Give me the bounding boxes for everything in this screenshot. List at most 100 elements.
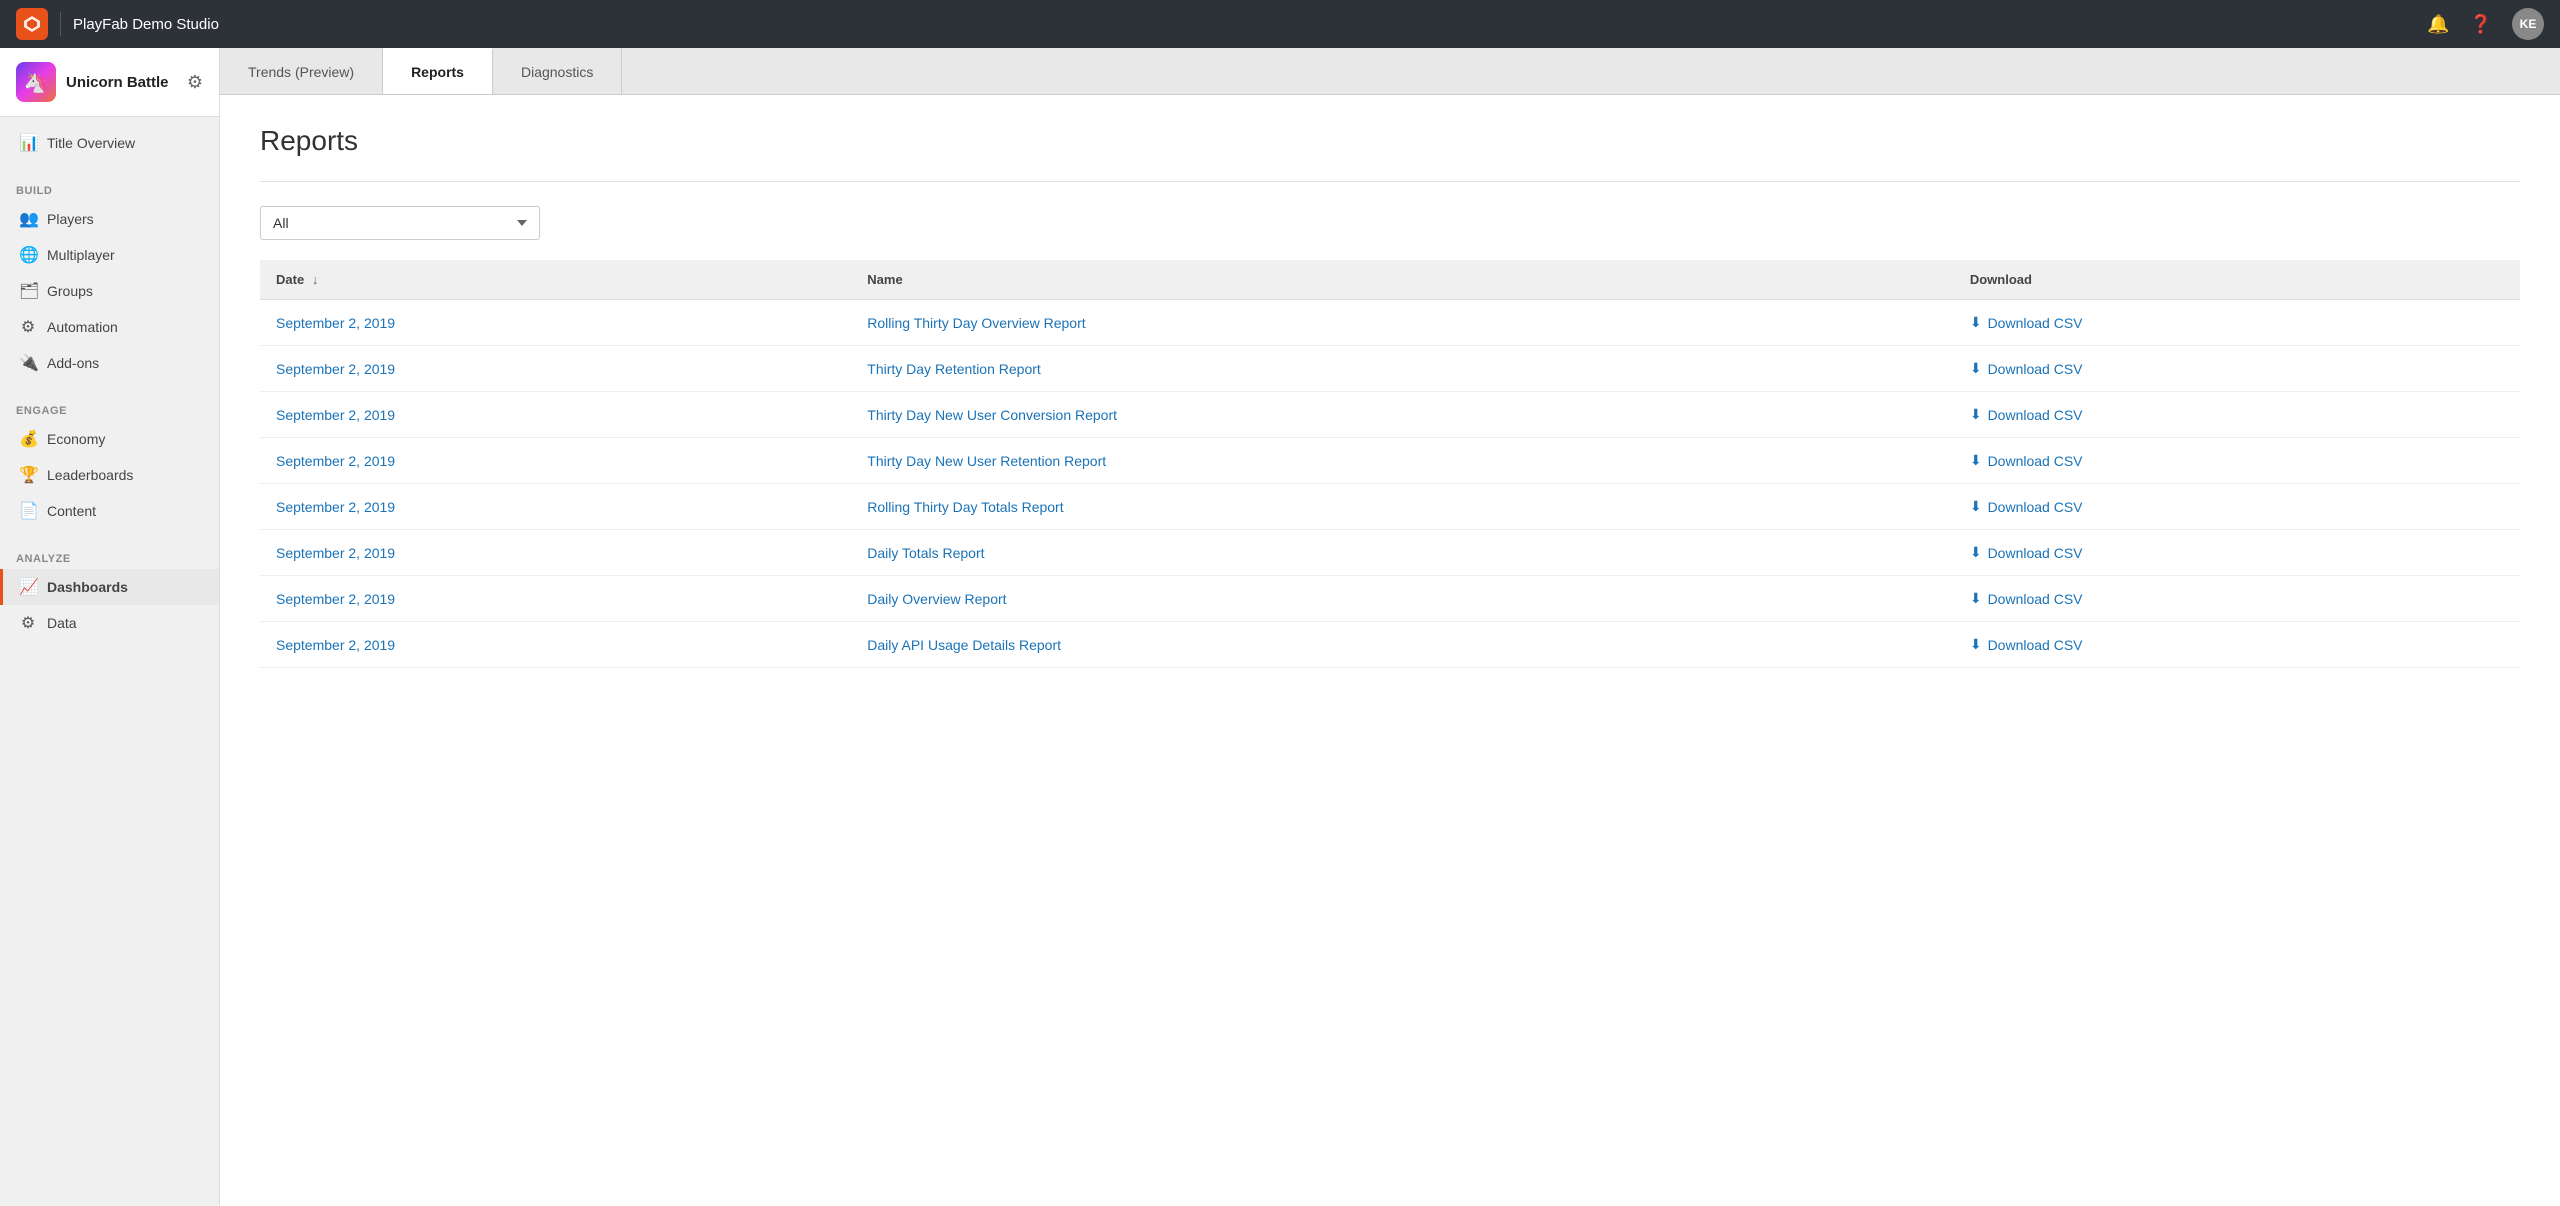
date-link[interactable]: September 2, 2019 [276,407,395,423]
avatar[interactable]: KE [2512,8,2544,40]
filter-row: All Daily Weekly Monthly [260,206,2520,240]
sidebar-item-label: Data [47,615,77,631]
sidebar-item-content[interactable]: 📄 Content [0,493,219,529]
tab-diagnostics[interactable]: Diagnostics [493,48,622,94]
build-section-label: BUILD [0,177,219,201]
download-csv-link[interactable]: ⬇ Download CSV [1970,636,2504,653]
analyze-section-label: ANALYZE [0,545,219,569]
table-row: September 2, 2019 Rolling Thirty Day Ove… [260,300,2520,346]
col-date[interactable]: Date ↓ [260,260,851,300]
cell-date: September 2, 2019 [260,622,851,668]
cell-download: ⬇ Download CSV [1954,438,2520,484]
sidebar-item-label: Leaderboards [47,467,133,483]
download-label: Download CSV [1988,361,2083,377]
report-name-link[interactable]: Daily API Usage Details Report [867,637,1061,653]
date-link[interactable]: September 2, 2019 [276,453,395,469]
groups-icon: 🗂 [19,281,37,301]
cell-date: September 2, 2019 [260,576,851,622]
download-icon: ⬇ [1970,406,1982,423]
game-title: Unicorn Battle [66,74,177,91]
sidebar-item-label: Add-ons [47,355,99,371]
report-name-link[interactable]: Thirty Day New User Retention Report [867,453,1106,469]
sort-arrow-icon: ↓ [312,272,319,287]
players-icon: 👥 [19,209,37,229]
automation-icon: ⚙ [19,317,37,337]
multiplayer-icon: 🌐 [19,245,37,265]
dashboards-icon: 📈 [19,577,37,597]
top-nav-right: 🔔 ❓ KE [2427,8,2544,40]
sidebar-item-addons[interactable]: 🔌 Add-ons [0,345,219,381]
download-icon: ⬇ [1970,360,1982,377]
cell-date: September 2, 2019 [260,438,851,484]
sidebar-item-dashboards[interactable]: 📈 Dashboards [0,569,219,605]
download-icon: ⬇ [1970,636,1982,653]
sidebar-item-data[interactable]: ⚙ Data [0,605,219,641]
download-icon: ⬇ [1970,498,1982,515]
download-csv-link[interactable]: ⬇ Download CSV [1970,590,2504,607]
table-header-row: Date ↓ Name Download [260,260,2520,300]
report-name-link[interactable]: Rolling Thirty Day Totals Report [867,499,1063,515]
help-button[interactable]: ❓ [2470,14,2492,35]
settings-icon[interactable]: ⚙ [187,72,203,93]
sidebar-item-leaderboards[interactable]: 🏆 Leaderboards [0,457,219,493]
tab-reports[interactable]: Reports [383,48,493,94]
sidebar-item-groups[interactable]: 🗂 Groups [0,273,219,309]
app-title: PlayFab Demo Studio [73,16,219,33]
date-link[interactable]: September 2, 2019 [276,545,395,561]
cell-date: September 2, 2019 [260,392,851,438]
download-csv-link[interactable]: ⬇ Download CSV [1970,544,2504,561]
cell-download: ⬇ Download CSV [1954,484,2520,530]
report-name-link[interactable]: Thirty Day New User Conversion Report [867,407,1117,423]
sidebar-item-label: Groups [47,283,93,299]
download-icon: ⬇ [1970,314,1982,331]
table-row: September 2, 2019 Daily Overview Report … [260,576,2520,622]
content-icon: 📄 [19,501,37,521]
download-csv-link[interactable]: ⬇ Download CSV [1970,452,2504,469]
reports-table: Date ↓ Name Download September 2, 2019 [260,260,2520,668]
date-link[interactable]: September 2, 2019 [276,499,395,515]
download-csv-link[interactable]: ⬇ Download CSV [1970,360,2504,377]
sidebar-section-engage: ENGAGE 💰 Economy 🏆 Leaderboards 📄 Conten… [0,389,219,537]
sidebar-item-label: Automation [47,319,118,335]
tab-trends[interactable]: Trends (Preview) [220,48,383,94]
download-csv-link[interactable]: ⬇ Download CSV [1970,314,2504,331]
cell-name: Rolling Thirty Day Totals Report [851,484,1954,530]
sidebar-item-multiplayer[interactable]: 🌐 Multiplayer [0,237,219,273]
title-overview-icon: 📊 [19,133,37,153]
cell-date: September 2, 2019 [260,300,851,346]
sidebar-item-automation[interactable]: ⚙ Automation [0,309,219,345]
sidebar-item-title-overview[interactable]: 📊 Title Overview [0,125,219,161]
table-row: September 2, 2019 Daily Totals Report ⬇ … [260,530,2520,576]
sidebar-item-economy[interactable]: 💰 Economy [0,421,219,457]
sidebar-item-label: Multiplayer [47,247,115,263]
download-icon: ⬇ [1970,452,1982,469]
sidebar-item-label: Title Overview [47,135,135,151]
download-label: Download CSV [1988,637,2083,653]
report-name-link[interactable]: Daily Overview Report [867,591,1006,607]
main-content: Trends (Preview) Reports Diagnostics Rep… [220,48,2560,1206]
download-csv-link[interactable]: ⬇ Download CSV [1970,406,2504,423]
date-link[interactable]: September 2, 2019 [276,591,395,607]
cell-download: ⬇ Download CSV [1954,622,2520,668]
cell-download: ⬇ Download CSV [1954,392,2520,438]
table-row: September 2, 2019 Thirty Day New User Re… [260,438,2520,484]
notification-button[interactable]: 🔔 [2427,14,2449,35]
cell-name: Thirty Day New User Retention Report [851,438,1954,484]
download-csv-link[interactable]: ⬇ Download CSV [1970,498,2504,515]
report-name-link[interactable]: Thirty Day Retention Report [867,361,1041,377]
report-name-link[interactable]: Rolling Thirty Day Overview Report [867,315,1085,331]
filter-select[interactable]: All Daily Weekly Monthly [260,206,540,240]
cell-download: ⬇ Download CSV [1954,576,2520,622]
cell-date: September 2, 2019 [260,484,851,530]
date-link[interactable]: September 2, 2019 [276,315,395,331]
nav-divider [60,12,61,36]
date-link[interactable]: September 2, 2019 [276,637,395,653]
economy-icon: 💰 [19,429,37,449]
date-link[interactable]: September 2, 2019 [276,361,395,377]
report-name-link[interactable]: Daily Totals Report [867,545,984,561]
tab-bar: Trends (Preview) Reports Diagnostics [220,48,2560,95]
sidebar-item-players[interactable]: 👥 Players [0,201,219,237]
sidebar-item-label: Dashboards [47,579,128,595]
sidebar-section-no-label: 📊 Title Overview [0,117,219,169]
col-download: Download [1954,260,2520,300]
